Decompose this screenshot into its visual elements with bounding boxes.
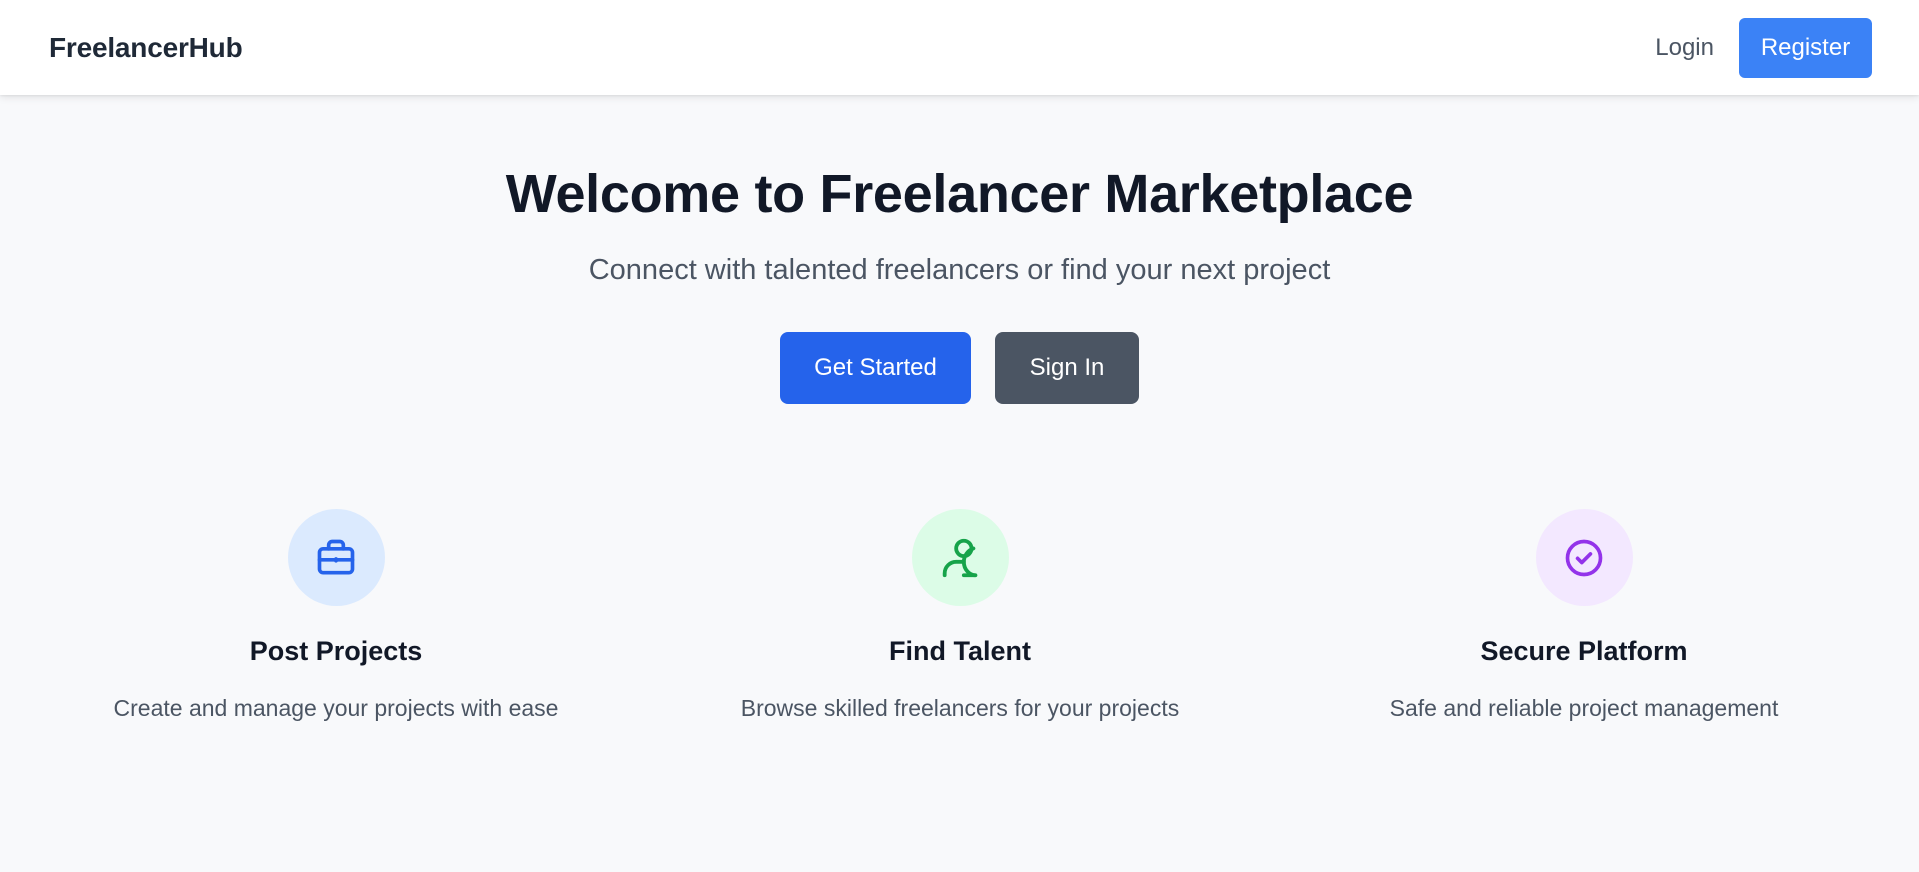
feature-icon-circle	[911, 509, 1009, 606]
check-circle-icon	[1565, 539, 1603, 576]
briefcase-icon	[317, 539, 355, 574]
feature-title: Secure Platform	[1480, 636, 1688, 666]
hero-title: Welcome to Freelancer Marketplace	[505, 164, 1414, 224]
feature-title: Post Projects	[249, 636, 423, 666]
brand-logo[interactable]: FreelancerHub	[49, 32, 243, 64]
feature-icon-circle	[1535, 509, 1633, 606]
feature-find-talent: Find Talent Browse skilled freelancers f…	[680, 509, 1240, 722]
feature-post-projects: Post Projects Create and manage your pro…	[56, 509, 616, 722]
hero-section: Welcome to Freelancer Marketplace Connec…	[0, 95, 1919, 404]
feature-description: Safe and reliable project management	[1389, 695, 1779, 721]
nav-actions: Login Register	[1655, 17, 1872, 78]
hero-buttons: Get Started Sign In	[0, 331, 1919, 404]
feature-secure-platform: Secure Platform Safe and reliable projec…	[1304, 509, 1864, 722]
get-started-button[interactable]: Get Started	[780, 331, 971, 404]
navbar: FreelancerHub Login Register	[0, 0, 1919, 95]
register-button[interactable]: Register	[1739, 17, 1872, 78]
feature-icon-circle	[287, 509, 385, 606]
feature-description: Browse skilled freelancers for your proj…	[740, 695, 1180, 721]
feature-description: Create and manage your projects with eas…	[113, 695, 559, 721]
hero-subtitle: Connect with talented freelancers or fin…	[588, 254, 1331, 286]
feature-title: Find Talent	[889, 636, 1031, 666]
sign-in-button[interactable]: Sign In	[995, 331, 1139, 404]
login-link[interactable]: Login	[1655, 34, 1714, 62]
user-icon	[942, 538, 978, 577]
